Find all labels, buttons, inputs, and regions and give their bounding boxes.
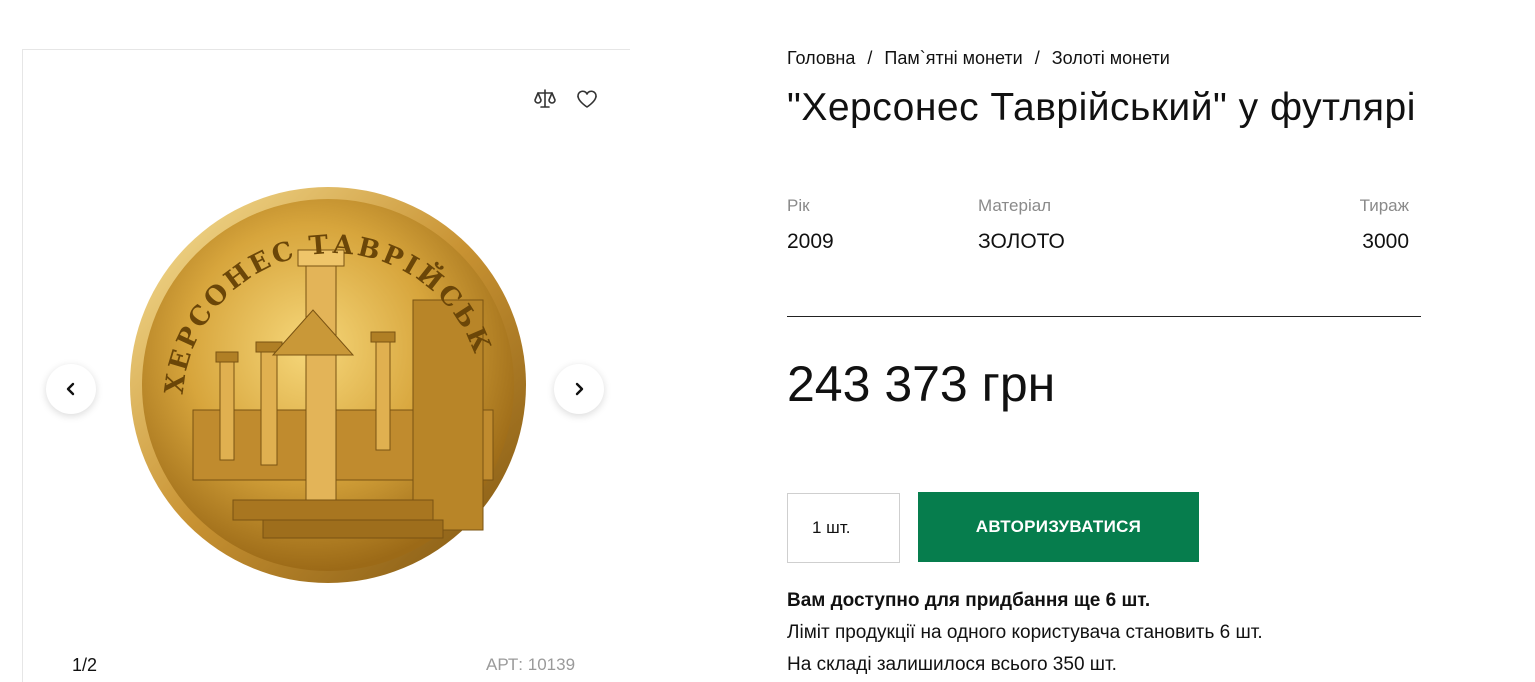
breadcrumb: Головна / Пам`ятні монети / Золоті монет…	[787, 48, 1170, 69]
login-button[interactable]: АВТОРИЗУВАТИСЯ	[918, 492, 1199, 562]
spec-mintage: Тираж 3000	[1360, 196, 1409, 254]
chevron-right-icon	[575, 382, 584, 396]
breadcrumb-home[interactable]: Головна	[787, 48, 855, 69]
divider	[787, 316, 1421, 317]
product-specs: Рік 2009 Матеріал ЗОЛОТО Тираж 3000	[787, 196, 1409, 266]
spec-material-value: ЗОЛОТО	[978, 230, 1065, 253]
product-sku: АРТ: 10139	[486, 655, 576, 674]
spec-material-label: Матеріал	[978, 196, 1052, 215]
purchase-notes: Вам доступно для придбання ще 6 шт. Лімі…	[787, 585, 1263, 681]
heart-icon	[577, 90, 597, 108]
product-gallery: ХЕРСОНЕС ТАВРІЙСЬКИЙ 1/2 АРТ: 10139	[22, 49, 630, 682]
next-image-button[interactable]	[554, 364, 604, 414]
chevron-left-icon	[66, 382, 75, 396]
limit-note: Ліміт продукції на одного користувача ст…	[787, 622, 1263, 643]
compare-button[interactable]	[532, 86, 558, 112]
breadcrumb-gold-coins[interactable]: Золоті монети	[1052, 48, 1170, 69]
breadcrumb-commemorative-coins[interactable]: Пам`ятні монети	[884, 48, 1022, 69]
scales-icon	[534, 89, 556, 108]
product-info: Головна / Пам`ятні монети / Золоті монет…	[787, 0, 1527, 682]
spec-year-value: 2009	[787, 230, 834, 253]
spec-year: Рік 2009	[787, 196, 834, 254]
spec-material: Матеріал ЗОЛОТО	[978, 196, 1065, 254]
product-price: 243 373 грн	[787, 356, 1056, 412]
favorite-button[interactable]	[574, 86, 600, 112]
stock-note: На складі залишилося всього 350 шт.	[787, 654, 1117, 675]
breadcrumb-separator: /	[867, 48, 873, 68]
spec-year-label: Рік	[787, 196, 810, 215]
breadcrumb-separator: /	[1034, 48, 1040, 68]
spec-mintage-label: Тираж	[1359, 196, 1409, 215]
spec-mintage-value: 3000	[1362, 230, 1409, 253]
available-note: Вам доступно для придбання ще 6 шт.	[787, 590, 1151, 611]
product-title: "Херсонес Таврійський" у футлярі	[787, 86, 1416, 129]
prev-image-button[interactable]	[46, 364, 96, 414]
quantity-field[interactable]: 1 шт.	[787, 493, 900, 563]
gallery-actions	[532, 86, 600, 112]
image-counter: 1/2	[72, 655, 98, 675]
coin-image: ХЕРСОНЕС ТАВРІЙСЬКИЙ	[109, 154, 533, 590]
